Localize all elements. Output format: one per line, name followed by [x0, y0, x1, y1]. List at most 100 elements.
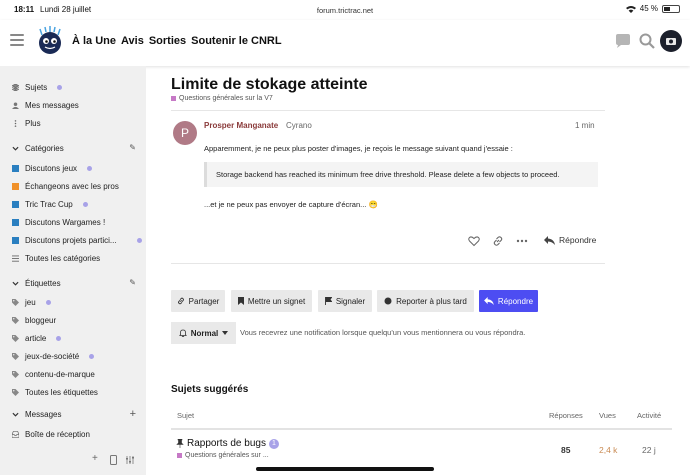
- edit-categories-icon[interactable]: ✎: [129, 143, 136, 152]
- tag-icon: [12, 370, 19, 378]
- inbox-icon: [12, 430, 19, 438]
- like-heart-icon[interactable]: [468, 235, 480, 247]
- divider: [171, 428, 672, 430]
- column-header-views[interactable]: Vues: [599, 411, 616, 420]
- divider: [171, 263, 605, 264]
- category-color-square: [12, 164, 19, 172]
- category-color-square: [171, 96, 176, 101]
- notification-description: Vous recevrez une notification lorsque q…: [240, 328, 526, 337]
- reply-arrow-icon: [544, 235, 555, 245]
- sidebar-item-sujets[interactable]: Sujets: [12, 81, 63, 93]
- sidebar-tag-bloggeur[interactable]: bloggeur: [12, 314, 56, 326]
- notification-level-dropdown[interactable]: Normal: [171, 322, 236, 344]
- circle-icon: [384, 297, 392, 305]
- unread-dot: [89, 353, 95, 359]
- tags-icon: [12, 388, 19, 396]
- flag-button[interactable]: Signaler: [318, 290, 372, 312]
- unread-dot: [136, 237, 142, 243]
- status-right: 45 %: [625, 4, 680, 13]
- new-message-icon[interactable]: +: [130, 408, 136, 420]
- post-time[interactable]: 1 min: [575, 121, 595, 130]
- sidebar-item-mes-messages[interactable]: Mes messages: [12, 99, 79, 111]
- share-button[interactable]: Partager: [171, 290, 225, 312]
- link-icon[interactable]: [492, 235, 504, 247]
- unread-dot: [56, 335, 62, 341]
- pin-icon: [176, 439, 184, 448]
- flag-icon: [324, 297, 332, 305]
- sidebar-tag-jeu[interactable]: jeu: [12, 296, 51, 308]
- category-color-square: [12, 218, 19, 226]
- status-bar: 18:11 Lundi 28 juillet forum.trictrac.ne…: [0, 0, 690, 20]
- settings-icon[interactable]: [126, 455, 134, 465]
- user-icon: [12, 101, 19, 109]
- home-indicator: [256, 467, 434, 471]
- nav-sorties[interactable]: Sorties: [149, 35, 186, 47]
- site-header: À la Une Avis Sorties Soutenir le CNRL: [0, 20, 690, 66]
- post-text: Apparemment, je ne peux plus poster d'im…: [204, 144, 513, 153]
- chat-icon[interactable]: [614, 32, 632, 50]
- suggested-topics-title: Sujets suggérés: [171, 384, 249, 395]
- edit-tags-icon[interactable]: ✎: [129, 278, 136, 287]
- sidebar-tag-article[interactable]: article: [12, 332, 62, 344]
- link-icon: [177, 297, 184, 305]
- sidebar-item-inbox[interactable]: Boîte de réception: [12, 428, 90, 440]
- divider: [171, 110, 605, 111]
- wifi-icon: [625, 5, 636, 13]
- tag-icon: [12, 298, 19, 306]
- caret-down-icon: [222, 331, 229, 335]
- unread-count-badge: 1: [268, 438, 279, 449]
- post-quote: Storage backend has reached its minimum …: [204, 162, 598, 187]
- unread-dot: [57, 84, 63, 90]
- more-actions-icon[interactable]: [516, 235, 528, 247]
- topic-category[interactable]: Questions générales sur la V7: [171, 95, 273, 102]
- sidebar-item-toutes-categories[interactable]: Toutes les catégories: [12, 252, 100, 264]
- list-icon: [12, 254, 19, 262]
- topic-title[interactable]: Limite de stokage atteinte: [171, 76, 368, 94]
- mobile-view-icon[interactable]: [110, 455, 117, 465]
- nav-soutenir[interactable]: Soutenir le CNRL: [191, 35, 281, 47]
- sidebar-item-plus[interactable]: Plus: [12, 117, 41, 129]
- post-text: ...et je ne peux pas envoyer de capture …: [204, 200, 378, 209]
- post-author-name[interactable]: Prosper Manganate: [204, 121, 278, 130]
- nav-a-la-une[interactable]: À la Une: [72, 35, 116, 47]
- tag-icon: [12, 352, 19, 360]
- sidebar-item-discutons-jeux[interactable]: Discutons jeux: [12, 162, 93, 174]
- activity-time[interactable]: 22 j: [642, 445, 656, 455]
- add-section-icon[interactable]: +: [92, 453, 98, 464]
- main-nav: À la Une Avis Sorties Soutenir le CNRL: [72, 35, 282, 47]
- nav-avis[interactable]: Avis: [121, 35, 144, 47]
- bookmark-button[interactable]: Mettre un signet: [231, 290, 312, 312]
- tag-icon: [12, 316, 19, 324]
- post-reply-button[interactable]: Répondre: [544, 235, 596, 245]
- column-header-activity[interactable]: Activité: [637, 411, 661, 420]
- sidebar-tag-jeux-de-societe[interactable]: jeux-de-société: [12, 350, 95, 362]
- topic-link[interactable]: Rapports de bugs 1: [176, 438, 279, 449]
- post-avatar[interactable]: P: [173, 121, 197, 145]
- search-icon[interactable]: [638, 32, 656, 50]
- categories-header[interactable]: Catégories: [12, 144, 64, 153]
- sidebar-item-tric-trac-cup[interactable]: Tric Trac Cup: [12, 198, 88, 210]
- sidebar-item-echangeons[interactable]: Échangeons avec les pros: [12, 180, 119, 192]
- sidebar-item-projets[interactable]: Discutons projets partici...: [12, 234, 142, 246]
- sidebar-item-wargames[interactable]: Discutons Wargames !: [12, 216, 105, 228]
- messages-header[interactable]: Messages: [12, 410, 61, 419]
- hamburger-menu-icon[interactable]: [10, 34, 24, 46]
- replies-count[interactable]: 85: [561, 445, 570, 455]
- tags-header[interactable]: Étiquettes: [12, 279, 61, 288]
- user-avatar[interactable]: [660, 30, 682, 52]
- bell-icon: [179, 329, 187, 337]
- unread-dot: [45, 299, 51, 305]
- sidebar-tag-contenu-de-marque[interactable]: contenu-de-marque: [12, 368, 95, 380]
- column-header-replies[interactable]: Réponses: [549, 411, 583, 420]
- bookmark-icon: [237, 297, 244, 305]
- post-username: Cyrano: [286, 121, 312, 130]
- sidebar-tag-toutes[interactable]: Toutes les étiquettes: [12, 386, 98, 398]
- site-logo[interactable]: [36, 26, 64, 56]
- defer-button[interactable]: Reporter à plus tard: [377, 290, 474, 312]
- chevron-down-icon: [12, 146, 19, 151]
- topic-category[interactable]: Questions générales sur ...: [177, 452, 269, 459]
- tag-icon: [12, 334, 19, 342]
- reply-button[interactable]: Répondre: [479, 290, 538, 312]
- address-url[interactable]: forum.trictrac.net: [0, 6, 690, 15]
- views-count: 2,4 k: [599, 445, 618, 455]
